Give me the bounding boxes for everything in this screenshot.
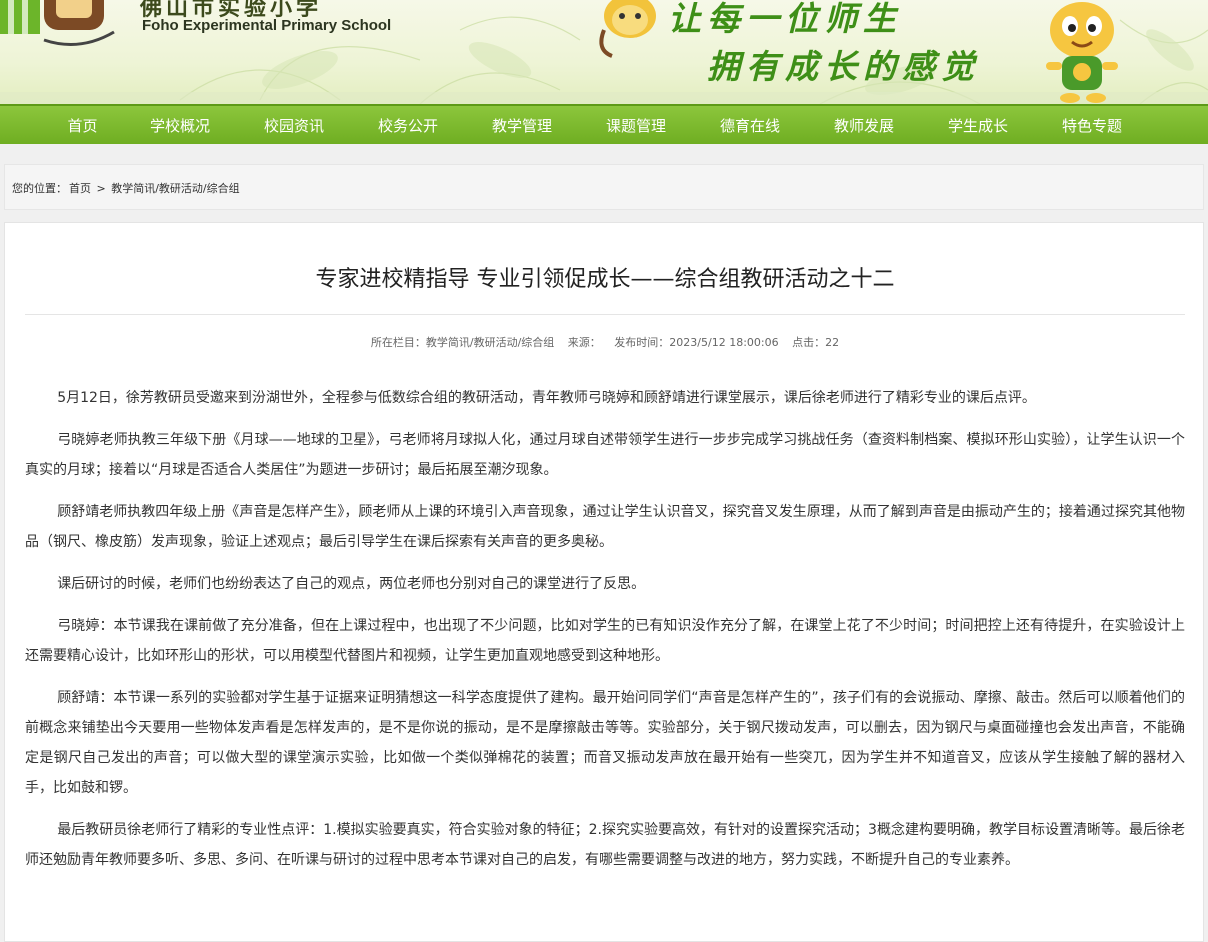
nav-item-school-overview[interactable]: 学校概况 <box>110 106 250 146</box>
breadcrumb: 您的位置： 首页 > 教学简讯/教研活动/综合组 <box>12 180 242 196</box>
article-paragraph: 顾舒靖：本节课一系列的实验都对学生基于证据来证明猜想这一科学态度提供了建构。最开… <box>25 690 1185 796</box>
breadcrumb-bar: 您的位置： 首页 > 教学简讯/教研活动/综合组 <box>4 164 1204 210</box>
nav-item-teacher-development[interactable]: 教师发展 <box>794 106 934 146</box>
article-paragraph: 弓晓婷：本节课我在课前做了充分准备，但在上课过程中，也出现了不少问题，比如对学生… <box>25 618 1185 664</box>
mascot-leaf-character-icon <box>599 0 656 58</box>
article-body: 5月12日，徐芳教研员受邀来到汾湖世外，全程参与低数综合组的教研活动，青年教师弓… <box>25 383 1185 887</box>
breadcrumb-path-link[interactable]: 教学简讯/教研活动/综合组 <box>111 182 239 195</box>
article-paragraph: 最后教研员徐老师行了精彩的专业性点评：1.模拟实验要真实，符合实验对象的特征；2… <box>25 822 1185 868</box>
title-divider <box>25 314 1185 315</box>
breadcrumb-home-link[interactable]: 首页 <box>69 182 91 195</box>
article-container: 专家进校精指导 专业引领促成长——综合组教研活动之十二 所在栏目：教学简讯/教研… <box>4 222 1204 942</box>
article-paragraph: 弓晓婷老师执教三年级下册《月球——地球的卫星》，弓老师将月球拟人化，通过月球自述… <box>25 432 1185 478</box>
school-logo-icon <box>0 0 115 46</box>
meta-source: 来源： <box>567 336 601 349</box>
nav-item-campus-news[interactable]: 校园资讯 <box>250 106 338 146</box>
breadcrumb-separator: > <box>96 182 106 195</box>
meta-published-time: 发布时间：2023/5/12 18:00:06 <box>614 336 779 349</box>
nav-item-special-topics[interactable]: 特色专题 <box>1022 106 1162 146</box>
nav-item-student-growth[interactable]: 学生成长 <box>934 106 1022 146</box>
article-meta: 所在栏目：教学简讯/教研活动/综合组 来源： 发布时间：2023/5/12 18… <box>5 334 1205 350</box>
main-nav: 首页 学校概况 校园资讯 校务公开 教学管理 课题管理 德育在线 教师发展 学生… <box>0 104 1208 144</box>
nav-item-home[interactable]: 首页 <box>55 106 110 146</box>
article-paragraph: 顾舒靖老师执教四年级上册《声音是怎样产生》，顾老师从上课的环境引入声音现象，通过… <box>25 504 1185 550</box>
meta-clicks: 点击：22 <box>792 336 840 349</box>
slogan-line-2: 拥有成长的感觉 <box>707 47 980 86</box>
school-name-en: Foho Experimental Primary School <box>142 17 392 34</box>
article-paragraph: 课后研讨的时候，老师们也纷纷表达了自己的观点，两位老师也分别对自己的课堂进行了反… <box>57 576 646 592</box>
breadcrumb-prefix: 您的位置： <box>12 182 67 195</box>
bee-mascot-icon <box>1046 2 1118 103</box>
nav-item-teaching-management[interactable]: 教学管理 <box>478 106 566 146</box>
nav-item-moral-education[interactable]: 德育在线 <box>706 106 794 146</box>
site-banner: 佛山市实验小学 Foho Experimental Primary School… <box>0 0 1208 104</box>
meta-column: 所在栏目：教学简讯/教研活动/综合组 <box>370 336 555 349</box>
nav-item-project-management[interactable]: 课题管理 <box>566 106 706 146</box>
nav-item-school-affairs[interactable]: 校务公开 <box>338 106 478 146</box>
article-paragraph: 5月12日，徐芳教研员受邀来到汾湖世外，全程参与低数综合组的教研活动，青年教师弓… <box>57 390 1036 406</box>
article-title: 专家进校精指导 专业引领促成长——综合组教研活动之十二 <box>315 267 895 292</box>
slogan-line-1: 让每一位师生 <box>668 0 902 38</box>
